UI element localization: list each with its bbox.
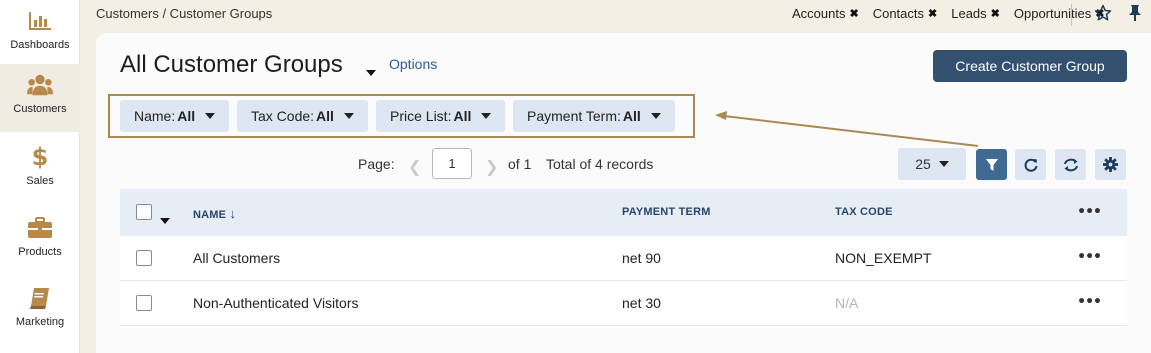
- cell-tax-code: N/A: [835, 295, 859, 311]
- quick-tab-label: Contacts: [872, 6, 925, 21]
- chevron-down-icon: [938, 161, 949, 167]
- close-icon[interactable]: ✖: [991, 7, 1000, 20]
- table-header: NAME ↓ PAYMENT TERM TAX CODE •••: [120, 189, 1127, 236]
- quick-tab-contacts[interactable]: Contacts ✖: [873, 6, 938, 21]
- filter-value: All: [622, 108, 641, 124]
- quick-tab-opportunities[interactable]: Opportunities ✖: [1014, 6, 1105, 21]
- quick-tab-accounts[interactable]: Accounts ✖: [792, 6, 859, 21]
- filter-value: All: [316, 108, 334, 124]
- cell-tax-code: NON_EXEMPT: [835, 250, 932, 266]
- sidebar-item-label: Dashboards: [10, 39, 70, 51]
- create-customer-group-button[interactable]: Create Customer Group: [933, 50, 1127, 82]
- sidebar-item-label: Sales: [26, 175, 54, 187]
- filter-value: All: [177, 108, 196, 124]
- cell-name[interactable]: Non-Authenticated Visitors: [193, 295, 359, 311]
- per-page-value: 25: [915, 156, 931, 172]
- column-header-payment-term[interactable]: PAYMENT TERM: [622, 206, 711, 218]
- sort-arrow-icon: ↓: [229, 206, 237, 221]
- filter-payment-term[interactable]: Payment Term: All: [513, 100, 675, 132]
- filter-label: Name:: [134, 108, 176, 124]
- column-header-tax-code[interactable]: TAX CODE: [835, 206, 893, 218]
- column-header-name[interactable]: NAME ↓: [193, 206, 236, 221]
- filter-label: Tax Code:: [251, 108, 315, 124]
- filter-price-list[interactable]: Price List: All: [376, 100, 506, 132]
- sync-button[interactable]: [1055, 149, 1086, 180]
- filter-label: Price List:: [390, 108, 452, 124]
- page-count-label: of 1: [508, 156, 532, 172]
- per-page-select[interactable]: 25: [898, 148, 966, 180]
- star-icon[interactable]: [1094, 4, 1112, 26]
- book-icon: [27, 285, 53, 311]
- pin-icon[interactable]: [1127, 4, 1143, 26]
- filter-icon: [985, 158, 998, 171]
- filter-label: Payment Term:: [527, 108, 621, 124]
- chevron-left-icon[interactable]: ❮: [408, 157, 421, 176]
- close-icon[interactable]: ✖: [849, 7, 858, 20]
- cell-payment-term: net 30: [622, 295, 661, 311]
- dollar-icon: $: [31, 143, 49, 171]
- chevron-down-icon[interactable]: [160, 209, 170, 228]
- chevron-down-icon: [650, 113, 661, 119]
- sidebar-item-sales[interactable]: $ Sales: [0, 136, 80, 204]
- close-icon[interactable]: ✖: [928, 7, 937, 20]
- briefcase-icon: [27, 215, 53, 241]
- more-icon[interactable]: •••: [1077, 249, 1102, 265]
- table-row[interactable]: All Customers net 90 NON_EXEMPT •••: [120, 236, 1127, 281]
- quick-tab-label: Accounts: [792, 6, 846, 21]
- breadcrumb[interactable]: Customers / Customer Groups: [96, 6, 272, 21]
- table-row[interactable]: Non-Authenticated Visitors net 30 N/A ••…: [120, 281, 1127, 326]
- page-number-input[interactable]: [432, 148, 472, 179]
- chevron-down-icon: [343, 113, 354, 119]
- sidebar-item-customers[interactable]: Customers: [0, 64, 80, 132]
- main-panel: All Customer Groups Options Create Custo…: [96, 33, 1151, 353]
- chevron-down-icon: [481, 113, 492, 119]
- refresh-icon: [1024, 158, 1037, 172]
- divider: [1071, 4, 1072, 26]
- filter-name[interactable]: Name: All: [120, 100, 230, 132]
- options-link[interactable]: Options: [389, 56, 437, 72]
- total-records-label: Total of 4 records: [546, 156, 654, 172]
- sidebar-item-label: Marketing: [15, 316, 65, 328]
- page-title: All Customer Groups: [120, 51, 343, 78]
- quick-tab-leads[interactable]: Leads ✖: [951, 6, 1000, 21]
- gear-icon: [1103, 157, 1118, 172]
- sidebar-item-marketing[interactable]: Marketing: [0, 277, 80, 345]
- page-label: Page:: [358, 156, 395, 172]
- more-icon[interactable]: •••: [1077, 204, 1102, 220]
- users-icon: [27, 72, 53, 98]
- filter-tax-code[interactable]: Tax Code: All: [237, 100, 368, 132]
- cell-name[interactable]: All Customers: [193, 250, 280, 266]
- filter-value: All: [453, 108, 472, 124]
- quick-tabs: Accounts ✖ Contacts ✖ Leads ✖ Opportunities…: [792, 6, 1104, 21]
- sidebar: Dashboards Customers $ Sales Products Ma…: [0, 0, 80, 353]
- sidebar-item-label: Products: [18, 246, 62, 258]
- sidebar-item-products[interactable]: Products: [0, 207, 80, 275]
- chevron-down-icon: [205, 113, 216, 119]
- quick-tab-label: Leads: [951, 6, 987, 21]
- quick-tab-label: Opportunities: [1013, 6, 1092, 21]
- column-header-label: NAME: [193, 209, 227, 221]
- row-checkbox[interactable]: [136, 295, 152, 311]
- chevron-right-icon[interactable]: ❯: [485, 157, 498, 176]
- filter-button[interactable]: [976, 149, 1007, 180]
- sidebar-item-dashboards[interactable]: Dashboards: [0, 0, 80, 68]
- bar-chart-icon: [27, 8, 53, 34]
- refresh-button[interactable]: [1015, 149, 1046, 180]
- row-checkbox[interactable]: [136, 250, 152, 266]
- chevron-down-icon[interactable]: [366, 61, 376, 80]
- cell-payment-term: net 90: [622, 250, 661, 266]
- sidebar-item-label: Customers: [13, 103, 67, 115]
- select-all-checkbox[interactable]: [136, 204, 152, 220]
- sync-icon: [1063, 158, 1078, 171]
- top-bar: Customers / Customer Groups Accounts ✖ Co…: [80, 0, 1151, 30]
- settings-button[interactable]: [1095, 149, 1126, 180]
- more-icon[interactable]: •••: [1077, 294, 1102, 310]
